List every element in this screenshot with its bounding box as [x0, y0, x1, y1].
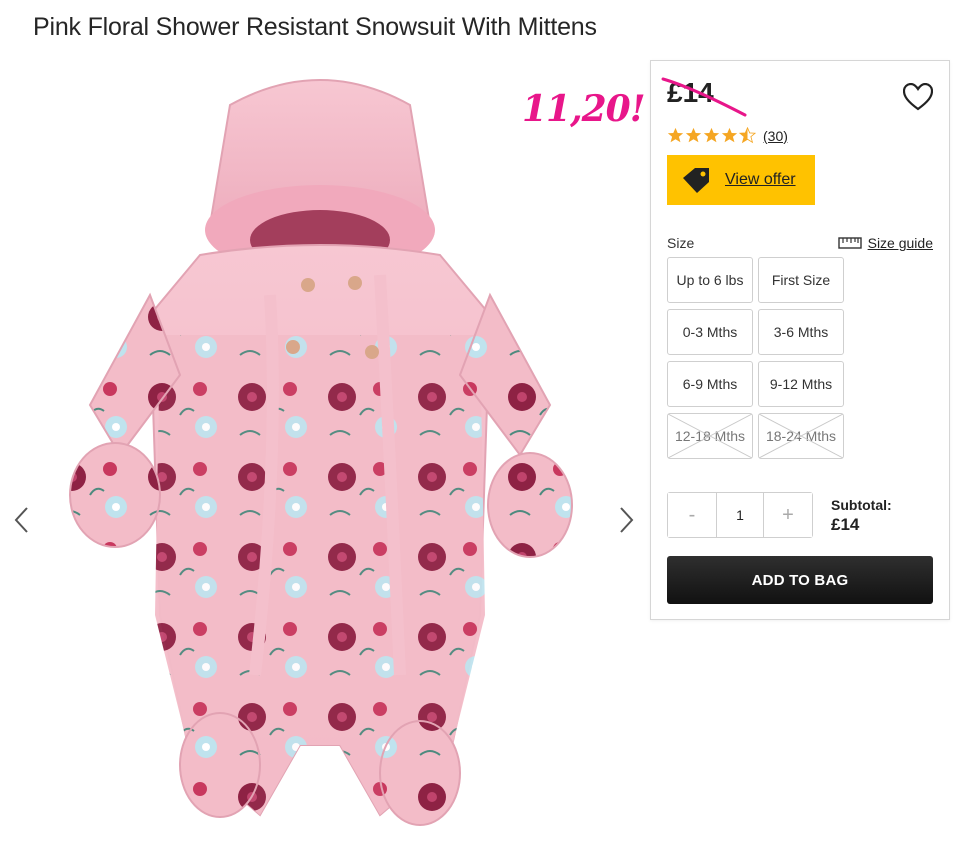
heart-icon[interactable] [903, 83, 933, 111]
star-icon [685, 127, 702, 143]
size-option[interactable]: 9-12 Mths [758, 361, 844, 407]
chevron-right-icon[interactable] [616, 505, 636, 535]
product-gallery [0, 55, 648, 843]
size-label: Size [667, 235, 695, 251]
quantity-stepper: - 1 + [667, 492, 813, 538]
price-tag-icon [683, 168, 709, 193]
review-count-link[interactable]: (30) [763, 128, 788, 144]
view-offer-button[interactable]: View offer [667, 155, 815, 205]
ruler-icon [837, 237, 862, 249]
size-option[interactable]: First Size [758, 257, 844, 303]
size-option[interactable]: 6-9 Mths [667, 361, 753, 407]
quantity-increase-button[interactable]: + [764, 493, 812, 537]
size-guide-link[interactable]: Size guide [837, 235, 933, 251]
purchase-panel: £14 (30) View offer Size Size guide Up t… [650, 60, 950, 620]
quantity-value[interactable]: 1 [716, 493, 764, 537]
star-icon [703, 127, 720, 143]
size-option[interactable]: 3-6 Mths [758, 309, 844, 355]
subtotal: Subtotal: £14 [831, 497, 892, 535]
size-option-unavailable: 12-18 Mths [667, 413, 753, 459]
star-icon [721, 127, 738, 143]
size-guide-label: Size guide [867, 235, 933, 251]
size-option[interactable]: Up to 6 lbs [667, 257, 753, 303]
rating: (30) [667, 127, 788, 144]
star-icon [667, 127, 684, 143]
size-option-unavailable: 18-24 Mths [758, 413, 844, 459]
price: £14 [667, 77, 714, 108]
quantity-decrease-button[interactable]: - [668, 493, 716, 537]
subtotal-label: Subtotal: [831, 497, 892, 513]
subtotal-value: £14 [831, 515, 860, 534]
view-offer-label: View offer [725, 171, 796, 188]
product-image [69, 79, 573, 826]
price-annotation: 11,20! [522, 88, 646, 130]
add-to-bag-button[interactable]: ADD TO BAG [667, 556, 933, 604]
half-star-icon [739, 127, 756, 144]
size-option[interactable]: 0-3 Mths [667, 309, 753, 355]
chevron-left-icon[interactable] [12, 505, 32, 535]
product-title: Pink Floral Shower Resistant Snowsuit Wi… [33, 13, 597, 41]
